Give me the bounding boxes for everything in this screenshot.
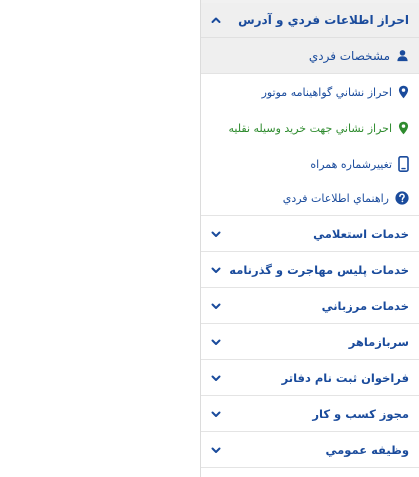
person-icon (396, 49, 409, 62)
section-label: خدمات استعلامي (313, 226, 409, 241)
chevron-up-icon (209, 13, 223, 27)
section-header-identity-address[interactable]: احراز اطلاعات فردي و آدرس (201, 3, 419, 38)
chevron-down-icon (209, 371, 223, 385)
chevron-down-icon (209, 299, 223, 313)
section-label: مجوز كسب و كار (312, 406, 409, 421)
sub-item-label: تغييرشماره همراه (310, 157, 392, 171)
sub-item-personal-info-guide[interactable]: راهنماي اطلاعات فردي (201, 180, 419, 216)
section-skilled-soldier[interactable]: سربازماهر (201, 323, 419, 359)
section-inquiry-services[interactable]: خدمات استعلامي (201, 215, 419, 251)
section-label: سربازماهر (348, 334, 409, 349)
mobile-phone-icon (398, 156, 409, 172)
sub-item-label: راهنماي اطلاعات فردي (282, 191, 389, 205)
chevron-down-icon (209, 335, 223, 349)
section-military-service[interactable]: وظيفه عمومي (201, 431, 419, 467)
map-pin-icon (398, 121, 409, 135)
section-business-license[interactable]: مجوز كسب و كار (201, 395, 419, 431)
chevron-down-icon (209, 407, 223, 421)
section-label: خدمات پليس مهاجرت و گذرنامه (229, 262, 409, 277)
section-office-registration-call[interactable]: فراخوان ثبت نام دفاتر (201, 359, 419, 395)
chevron-down-icon (209, 263, 223, 277)
menu-bottom-divider (201, 467, 419, 468)
sub-item-label: مشخصات فردي (308, 48, 390, 63)
sub-item-change-mobile-number[interactable]: تغييرشماره همراه (201, 146, 419, 182)
sub-item-motorcycle-license-address[interactable]: احراز نشاني گواهينامه موتور (201, 74, 419, 110)
chevron-down-icon (209, 443, 223, 457)
sub-item-label: احراز نشاني جهت خريد وسيله نقليه (228, 121, 392, 135)
section-header-label: احراز اطلاعات فردي و آدرس (238, 13, 409, 27)
map-pin-icon (398, 85, 409, 99)
question-circle-icon (395, 191, 409, 205)
section-label: فراخوان ثبت نام دفاتر (281, 370, 409, 385)
sub-item-personal-info[interactable]: مشخصات فردي (201, 38, 419, 74)
sub-item-vehicle-purchase-address[interactable]: احراز نشاني جهت خريد وسيله نقليه (201, 110, 419, 146)
section-label: خدمات مرزباني (321, 298, 409, 313)
section-border-services[interactable]: خدمات مرزباني (201, 287, 419, 323)
section-immigration-passport-police[interactable]: خدمات پليس مهاجرت و گذرنامه (201, 251, 419, 287)
sub-item-label: احراز نشاني گواهينامه موتور (261, 85, 392, 99)
chevron-down-icon (209, 227, 223, 241)
services-side-menu: احراز اطلاعات فردي و آدرس مشخصات فردي اح… (200, 0, 419, 477)
section-label: وظيفه عمومي (325, 442, 409, 457)
